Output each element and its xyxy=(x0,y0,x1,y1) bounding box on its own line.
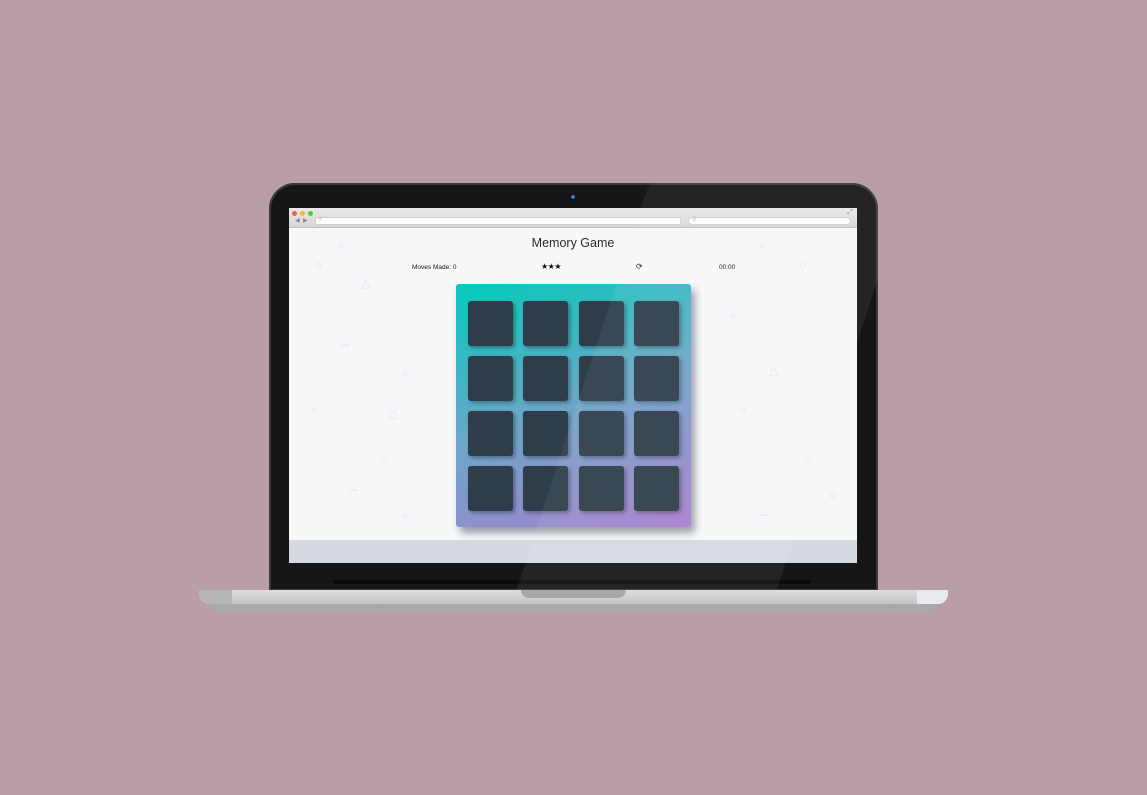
circle-decoration: ○ xyxy=(739,403,747,417)
wave-decoration: ∼ xyxy=(341,338,352,352)
card[interactable] xyxy=(523,301,568,346)
minimize-window-icon[interactable] xyxy=(300,211,305,216)
card[interactable] xyxy=(634,301,679,346)
address-bar[interactable]: + xyxy=(315,216,681,225)
timer: 00:00 xyxy=(719,264,736,271)
game-page: ○ ○ ◌ △ ○ ○ ∼ ◌ ○ ∼ □ ○ ○ ○ ◌ ○ △ ◌ ○ ∼ … xyxy=(289,228,857,540)
card[interactable] xyxy=(579,466,624,511)
triangle-decoration: △ xyxy=(361,276,371,290)
card[interactable] xyxy=(523,411,568,456)
triangle-decoration: △ xyxy=(769,363,779,377)
card[interactable] xyxy=(468,466,513,511)
laptop-lid: ⤢ ◀ ▶ + ⚲ ○ ○ ◌ △ ○ ○ ∼ ◌ ○ ∼ □ ○ ○ ○ ◌ … xyxy=(269,183,878,591)
search-icon: ⚲ xyxy=(692,217,697,223)
square-decoration: □ xyxy=(389,408,397,422)
card[interactable] xyxy=(523,356,568,401)
laptop-screen: ⤢ ◀ ▶ + ⚲ ○ ○ ◌ △ ○ ○ ∼ ◌ ○ ∼ □ ○ ○ ○ ◌ … xyxy=(289,208,857,563)
forward-icon[interactable]: ▶ xyxy=(303,217,308,224)
wave-decoration: ∼ xyxy=(759,508,770,522)
card[interactable] xyxy=(468,301,513,346)
card-deck xyxy=(456,284,691,527)
swirl-decoration: ◌ xyxy=(804,453,812,467)
circle-decoration: ○ xyxy=(829,488,837,502)
browser-chrome: ⤢ ◀ ▶ + ⚲ xyxy=(289,208,857,228)
hinge xyxy=(333,580,811,584)
circle-decoration: ○ xyxy=(401,508,409,522)
swirl-decoration: ◌ xyxy=(381,304,389,318)
browser-search-input[interactable]: ⚲ xyxy=(688,217,851,225)
wave-decoration: ∼ xyxy=(349,483,360,497)
laptop-base-left-edge xyxy=(199,590,232,604)
swirl-decoration: ◌ xyxy=(379,453,387,467)
page-title: Memory Game xyxy=(531,236,615,250)
card[interactable] xyxy=(579,356,624,401)
back-icon[interactable]: ◀ xyxy=(295,217,300,224)
webcam-icon xyxy=(571,195,575,199)
card[interactable] xyxy=(523,466,568,511)
maximize-window-icon[interactable] xyxy=(308,211,313,216)
card[interactable] xyxy=(634,466,679,511)
close-window-icon[interactable] xyxy=(292,211,297,216)
card[interactable] xyxy=(468,411,513,456)
laptop-opening-notch xyxy=(521,590,626,598)
fullscreen-icon[interactable]: ⤢ xyxy=(847,209,853,217)
card[interactable] xyxy=(634,356,679,401)
page-footer xyxy=(289,540,857,563)
card[interactable] xyxy=(634,411,679,456)
restart-icon[interactable]: ⟳ xyxy=(636,262,643,271)
card[interactable] xyxy=(468,356,513,401)
moves-counter: Moves Made: 0 xyxy=(412,264,457,271)
card[interactable] xyxy=(579,301,624,346)
card[interactable] xyxy=(579,411,624,456)
swirl-decoration: ◌ xyxy=(827,304,835,318)
score-panel: Moves Made: 0 ★★★ ⟳ 00:00 xyxy=(289,262,857,274)
circle-decoration: ○ xyxy=(311,403,319,417)
star-rating: ★★★ xyxy=(541,262,562,271)
circle-decoration: ○ xyxy=(729,308,737,322)
laptop-base-right-edge xyxy=(917,590,948,604)
circle-decoration: ○ xyxy=(401,366,409,380)
laptop-base-bottom xyxy=(210,604,937,612)
new-tab-icon: + xyxy=(318,216,323,223)
